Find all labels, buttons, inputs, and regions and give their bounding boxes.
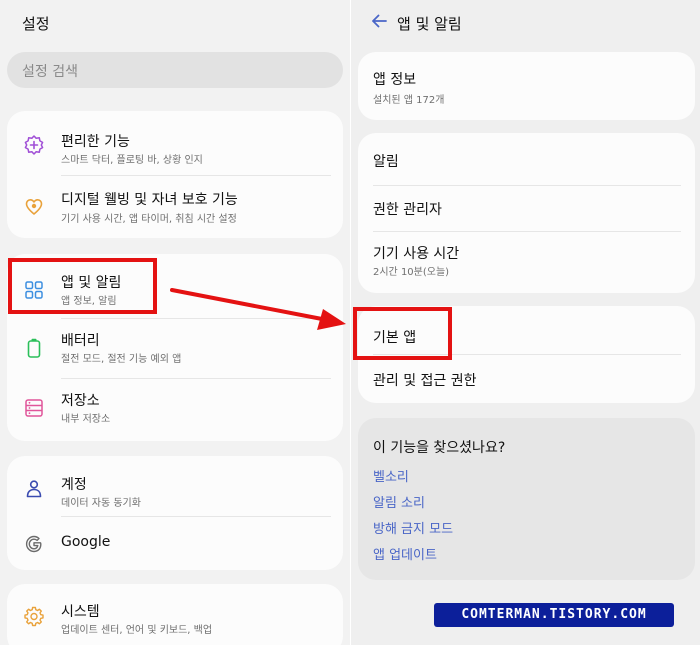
item-title: 알림 (373, 154, 399, 170)
watermark-text: COMTERMAN.TISTORY.COM (461, 607, 647, 622)
settings-item-system[interactable]: 시스템 업데이트 센터, 언어 및 키보드, 백업 (7, 584, 343, 645)
suggestion-link-app-updates[interactable]: 앱 업데이트 (373, 544, 437, 563)
apps-group-2: 알림 권한 관리자 기기 사용 시간 2시간 10분(오늘) (358, 133, 695, 293)
google-icon (25, 535, 42, 553)
highlight-box-default-apps (353, 307, 452, 360)
settings-item-storage[interactable]: 저장소 내부 저장소 (7, 379, 343, 441)
special-access-item[interactable]: 관리 및 접근 권한 (358, 355, 695, 403)
system-gear-icon (24, 606, 44, 627)
search-placeholder: 설정 검색 (22, 64, 78, 80)
settings-item-accounts[interactable]: 계정 데이터 자동 동기화 (7, 456, 343, 516)
highlight-box-apps (8, 258, 157, 314)
search-input[interactable]: 설정 검색 (7, 52, 343, 88)
notifications-item[interactable]: 알림 (358, 133, 695, 185)
app-info-card: 앱 정보 설치된 앱 172개 (358, 52, 695, 120)
settings-item-accessibility[interactable]: 편리한 기능 스마트 닥터, 플로팅 바, 상황 인지 (7, 111, 343, 175)
storage-icon (25, 399, 43, 417)
settings-item-digital-wellbeing[interactable]: 디지털 웰빙 및 자녀 보호 기능 기기 사용 시간, 앱 타이머, 취침 시간… (7, 176, 343, 238)
item-title: 기기 사용 시간 (373, 246, 460, 262)
item-title: Google (61, 534, 111, 550)
item-title: 계정 (61, 477, 87, 493)
item-subtitle: 업데이트 센터, 언어 및 키보드, 백업 (61, 625, 213, 636)
watermark-badge: COMTERMAN.TISTORY.COM (434, 603, 674, 627)
accessibility-plus-icon (24, 135, 44, 155)
item-title: 저장소 (61, 393, 100, 409)
item-title: 앱 정보 (373, 72, 417, 88)
page-title: 설정 (22, 15, 50, 33)
suggestion-link-do-not-disturb[interactable]: 방해 금지 모드 (373, 518, 453, 537)
suggestions-card: 이 기능을 찾으셨나요? 벨소리 알림 소리 방해 금지 모드 앱 업데이트 (358, 418, 695, 580)
settings-panel: 설정 설정 검색 편리한 기능 스마트 닥터, 플로팅 바, 상황 인지 디지털… (0, 0, 350, 645)
item-title: 편리한 기능 (61, 134, 130, 150)
item-title: 시스템 (61, 604, 100, 620)
settings-item-battery[interactable]: 배터리 절전 모드, 절전 기능 예외 앱 (7, 319, 343, 379)
back-arrow-icon[interactable] (369, 11, 389, 31)
item-title: 배터리 (61, 333, 100, 349)
item-subtitle: 스마트 닥터, 플로팅 바, 상황 인지 (61, 155, 203, 166)
item-subtitle: 2시간 10분(오늘) (373, 267, 450, 278)
account-icon (26, 480, 42, 498)
item-subtitle: 설치된 앱 172개 (373, 95, 445, 106)
item-subtitle: 데이터 자동 동기화 (61, 498, 141, 509)
suggestion-link-ringtone[interactable]: 벨소리 (373, 466, 409, 485)
settings-group-1: 편리한 기능 스마트 닥터, 플로팅 바, 상황 인지 디지털 웰빙 및 자녀 … (7, 111, 343, 238)
screen-time-item[interactable]: 기기 사용 시간 2시간 10분(오늘) (358, 232, 695, 293)
item-title: 디지털 웰빙 및 자녀 보호 기능 (61, 192, 238, 208)
item-title: 권한 관리자 (373, 202, 442, 218)
item-subtitle: 내부 저장소 (61, 414, 111, 425)
item-subtitle: 기기 사용 시간, 앱 타이머, 취침 시간 설정 (61, 214, 237, 225)
app-info-item[interactable]: 앱 정보 설치된 앱 172개 (358, 52, 695, 120)
digital-wellbeing-heart-icon (25, 199, 43, 215)
settings-group-3: 계정 데이터 자동 동기화 Google (7, 456, 343, 570)
suggestions-heading: 이 기능을 찾으셨나요? (373, 440, 506, 456)
item-subtitle: 절전 모드, 절전 기능 예외 앱 (61, 354, 182, 365)
settings-group-4: 시스템 업데이트 센터, 언어 및 키보드, 백업 (7, 584, 343, 645)
settings-item-google[interactable]: Google (7, 517, 343, 570)
page-title: 앱 및 알림 (397, 15, 462, 33)
suggestion-link-notification-sound[interactable]: 알림 소리 (373, 492, 425, 511)
battery-icon (27, 338, 41, 358)
item-title: 관리 및 접근 권한 (373, 373, 477, 389)
permission-manager-item[interactable]: 권한 관리자 (358, 186, 695, 232)
